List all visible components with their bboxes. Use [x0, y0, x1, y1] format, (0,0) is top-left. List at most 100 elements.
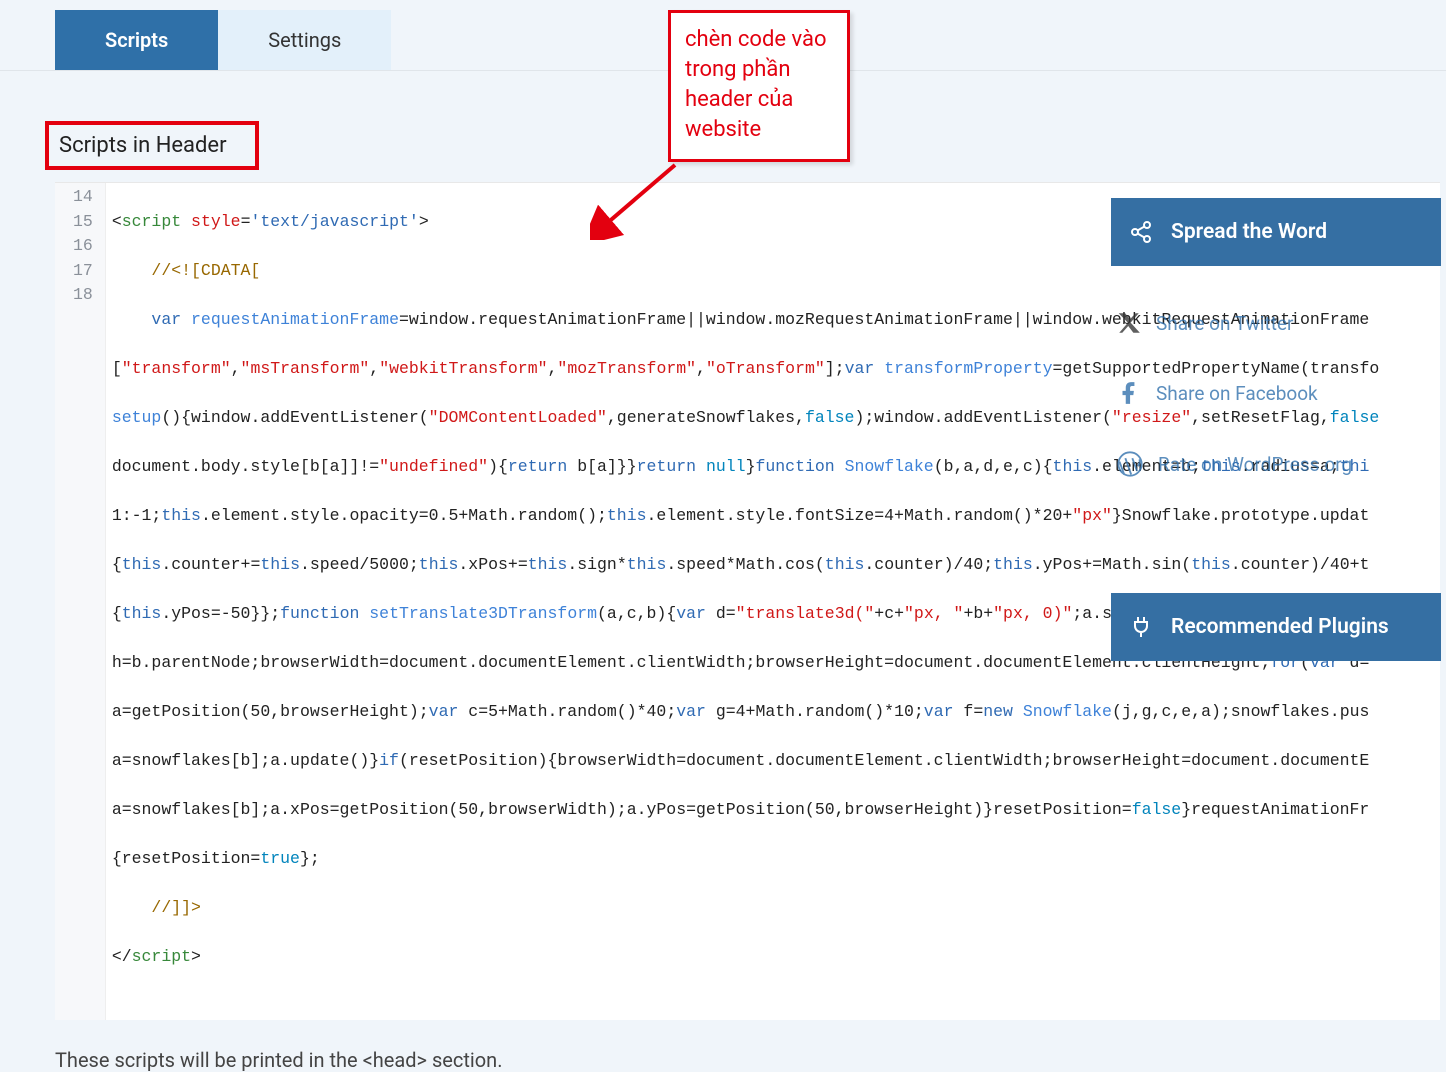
t: , [696, 359, 706, 378]
t: text/javascript [260, 212, 409, 231]
t: document.body.style[b[a]]!= [112, 457, 379, 476]
share-label: Rate on WordPress.org [1158, 453, 1352, 476]
t: ,generateSnowflakes, [607, 408, 805, 427]
share-label: Share on Facebook [1156, 382, 1318, 405]
t: this [122, 555, 162, 574]
t: = [726, 604, 736, 623]
t: style [181, 212, 240, 231]
t: "oTransform" [706, 359, 825, 378]
t: "resize" [1112, 408, 1191, 427]
spread-the-word-panel[interactable]: Spread the Word [1111, 198, 1441, 266]
t: function [755, 457, 844, 476]
t: +c+ [874, 604, 904, 623]
tab-scripts[interactable]: Scripts [55, 10, 218, 70]
t: .speed/5000; [300, 555, 419, 574]
t: this [825, 555, 865, 574]
t: transformProperty [884, 359, 1052, 378]
t: =5+Math.random()*40; [478, 702, 676, 721]
share-label: Share on Twitter [1156, 312, 1293, 335]
t: false [1330, 408, 1380, 427]
t: ]; [825, 359, 845, 378]
annotation-callout: chèn code vào trong phần header của webs… [668, 10, 850, 162]
t: "webkitTransform" [379, 359, 547, 378]
t: }; [300, 849, 320, 868]
t: .yPos+=Math.sin( [1033, 555, 1191, 574]
t: function [280, 604, 369, 623]
t: = [973, 702, 983, 721]
t: .element.style.fontSize=4+Math.random()*… [647, 506, 1073, 525]
t: .counter)/40; [864, 555, 993, 574]
t: , [369, 359, 379, 378]
t: this [1191, 555, 1231, 574]
code-line: {this.counter+=this.speed/5000;this.xPos… [112, 553, 1379, 578]
t: > [191, 947, 201, 966]
t: null [696, 457, 746, 476]
t: { [112, 604, 122, 623]
share-facebook-link[interactable]: Share on Facebook [1116, 380, 1436, 406]
t: new [983, 702, 1023, 721]
t: if [379, 751, 399, 770]
t: .counter+= [161, 555, 260, 574]
t: ' [250, 212, 260, 231]
recommended-plugins-panel[interactable]: Recommended Plugins [1111, 593, 1441, 661]
t: </ [112, 947, 132, 966]
t: this [607, 506, 647, 525]
t: .speed*Math.cos( [666, 555, 824, 574]
t: a=getPosition(50,browserHeight); [112, 702, 429, 721]
t: , [231, 359, 241, 378]
t: .counter)/40+t [1231, 555, 1370, 574]
code-line: a=snowflakes[b];a.xPos=getPosition(50,br… [112, 798, 1379, 823]
plug-icon [1129, 615, 1153, 639]
wordpress-icon [1116, 450, 1144, 478]
t: a=snowflakes[b];a.update()} [112, 751, 379, 770]
t: requestAnimationFrame [191, 310, 399, 329]
line-number: 14 [73, 185, 93, 210]
t: 1:-1; [112, 506, 162, 525]
t: ' [409, 212, 419, 231]
t: "transform" [122, 359, 231, 378]
t: c [468, 702, 478, 721]
t: "msTransform" [241, 359, 370, 378]
t: "translate3d(" [736, 604, 875, 623]
t: (resetPosition){browserWidth=document.do… [399, 751, 1369, 770]
t: g [716, 702, 726, 721]
t: +b+ [963, 604, 993, 623]
t: return [637, 457, 696, 476]
t: true [260, 849, 300, 868]
code-line: 1:-1;this.element.style.opacity=0.5+Math… [112, 504, 1379, 529]
rate-wordpress-link[interactable]: Rate on WordPress.org [1116, 450, 1436, 478]
line-gutter: 14 15 16 17 18 [55, 183, 106, 1020]
t: script [122, 212, 181, 231]
line-number: 18 [73, 283, 93, 308]
tab-settings[interactable]: Settings [218, 10, 391, 70]
t: this [419, 555, 459, 574]
share-twitter-link[interactable]: Share on Twitter [1116, 310, 1436, 336]
t: this [122, 604, 162, 623]
t: ){ [488, 457, 508, 476]
t: "DOMContentLoaded" [429, 408, 607, 427]
t: var [924, 702, 964, 721]
t: a=snowflakes[b];a.xPos=getPosition(50,br… [112, 800, 1132, 819]
t: (j,g,c,e,a);snowflakes.pus [1112, 702, 1369, 721]
footer-note: These scripts will be printed in the <he… [55, 1048, 1446, 1072]
t: } [746, 457, 756, 476]
code-line: ["transform","msTransform","webkitTransf… [112, 357, 1379, 382]
t: ,setResetFlag, [1191, 408, 1330, 427]
t: setup [112, 408, 162, 427]
t: .element.style.opacity=0.5+Math.random()… [201, 506, 607, 525]
t: = [241, 212, 251, 231]
t: var [676, 702, 716, 721]
t: }Snowflake.prototype.updat [1112, 506, 1369, 525]
t: < [112, 212, 122, 231]
facebook-icon [1116, 380, 1142, 406]
t: b[a]}} [567, 457, 636, 476]
code-line: a=snowflakes[b];a.update()}if(resetPosit… [112, 749, 1379, 774]
t: Snowflake [1023, 702, 1112, 721]
t: [ [112, 359, 122, 378]
t [112, 310, 152, 329]
t: =4+Math.random()*10; [726, 702, 924, 721]
t: f [963, 702, 973, 721]
t: (b,a,d,e,c){ [934, 457, 1053, 476]
code-line: </script> [112, 945, 1379, 970]
t: this [161, 506, 201, 525]
